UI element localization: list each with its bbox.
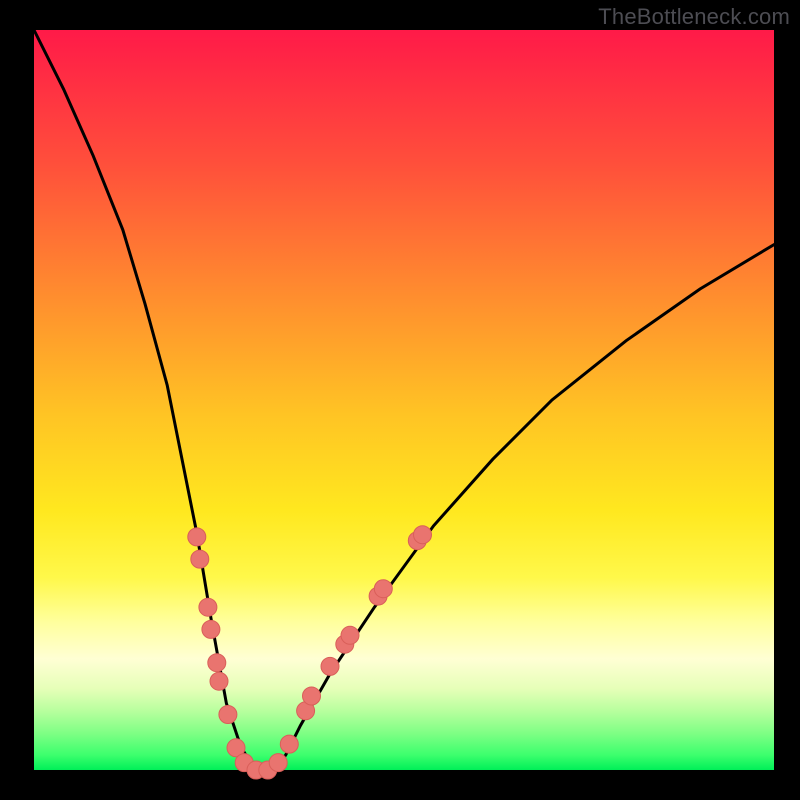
curve-marker <box>208 654 226 672</box>
curve-marker <box>374 580 392 598</box>
curve-marker <box>188 528 206 546</box>
curve-marker <box>414 526 432 544</box>
curve-marker <box>210 672 228 690</box>
curve-marker <box>219 706 237 724</box>
curve-marker <box>280 735 298 753</box>
curve-marker <box>341 626 359 644</box>
watermark-text: TheBottleneck.com <box>598 4 790 30</box>
curve-marker <box>321 657 339 675</box>
curve-markers-group <box>188 526 432 779</box>
bottleneck-curve-svg <box>0 0 800 800</box>
curve-marker <box>191 550 209 568</box>
curve-marker <box>202 620 220 638</box>
bottleneck-curve <box>34 30 774 770</box>
chart-frame: TheBottleneck.com <box>0 0 800 800</box>
curve-marker <box>269 754 287 772</box>
curve-marker <box>199 598 217 616</box>
curve-marker <box>303 687 321 705</box>
